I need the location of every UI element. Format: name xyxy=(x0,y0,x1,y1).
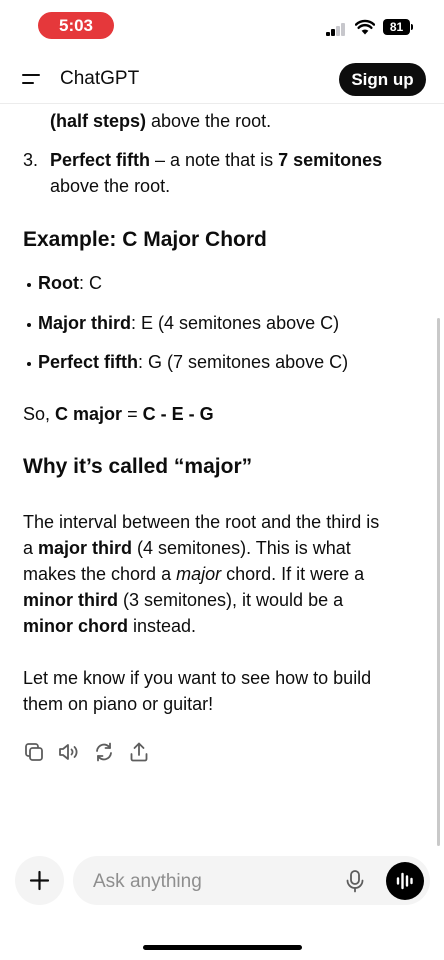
para1-line4: minor third (3 semitones), it would be a xyxy=(23,590,344,610)
status-bar: 5:03 81 xyxy=(0,0,444,52)
list-number-3: 3. xyxy=(23,150,39,170)
so-line: So, C major = C - E - G xyxy=(23,404,214,424)
para1-line3: makes the chord a major chord. If it wer… xyxy=(23,564,365,584)
read-aloud-icon[interactable] xyxy=(57,740,81,764)
microphone-icon[interactable] xyxy=(342,868,368,894)
cellular-signal-icon xyxy=(326,22,348,36)
composer xyxy=(73,856,430,907)
bullet-perfect-fifth: Perfect fifth: G (7 semitones above C) xyxy=(38,352,349,372)
add-attachment-button[interactable] xyxy=(15,856,64,905)
para2-line1: Let me know if you want to see how to bu… xyxy=(23,668,372,688)
list-item-perfect-fifth: Perfect fifth – a note that is 7 semiton… xyxy=(50,150,383,170)
sign-up-button[interactable]: Sign up xyxy=(339,63,426,96)
battery-tip xyxy=(411,24,413,30)
bullet-major-third: Major third: E (4 semitones above C) xyxy=(38,313,340,333)
header-divider xyxy=(0,103,444,104)
ask-input[interactable] xyxy=(91,856,335,907)
example-heading: Example: C Major Chord xyxy=(23,228,267,251)
bullet-dot xyxy=(27,362,31,366)
bullet-root: Root: C xyxy=(38,273,102,293)
para1-line2: a major third (4 semitones). This is wha… xyxy=(23,538,351,558)
app-title: ChatGPT xyxy=(60,68,140,89)
why-heading: Why it’s called “major” xyxy=(23,455,253,478)
waveform-icon xyxy=(396,872,413,890)
para2-line2: them on piano or guitar! xyxy=(23,694,214,714)
home-indicator xyxy=(143,945,302,950)
app-header: ChatGPT Sign up xyxy=(0,56,444,104)
wifi-icon xyxy=(355,19,375,35)
list-continuation: (half steps) above the root. xyxy=(50,111,272,131)
para1-line1: The interval between the root and the th… xyxy=(23,512,380,532)
plus-icon xyxy=(29,870,50,891)
battery-icon: 81 xyxy=(383,19,410,35)
list-item-perfect-fifth-line2: above the root. xyxy=(50,176,171,196)
share-icon[interactable] xyxy=(127,740,151,764)
bullet-dot xyxy=(27,283,31,287)
copy-icon[interactable] xyxy=(22,740,46,764)
para1-line5: minor chord instead. xyxy=(23,616,197,636)
scrollbar[interactable] xyxy=(437,318,440,846)
status-time: 5:03 xyxy=(38,12,114,39)
voice-mode-button[interactable] xyxy=(386,862,424,900)
regenerate-icon[interactable] xyxy=(92,740,116,764)
menu-icon[interactable] xyxy=(18,70,46,90)
bullet-dot xyxy=(27,323,31,327)
